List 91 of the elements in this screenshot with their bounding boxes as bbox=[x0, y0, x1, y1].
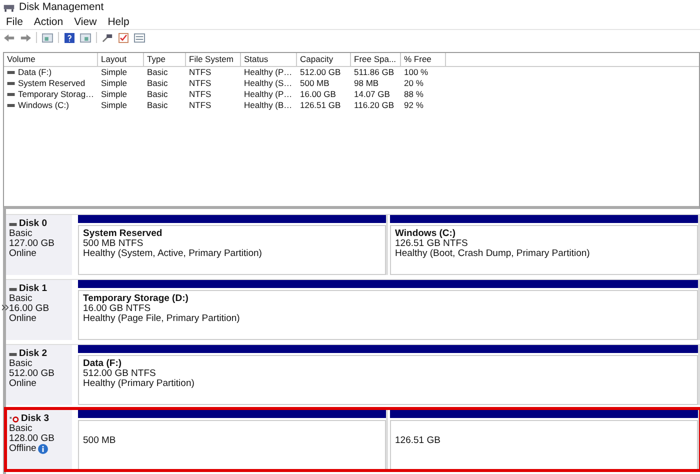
partition-size: 126.51 GB bbox=[395, 436, 442, 446]
table-cell: Basic bbox=[147, 88, 168, 100]
partition-size: 126.51 GB NTFS bbox=[395, 239, 469, 249]
disk-status: Online bbox=[9, 314, 36, 324]
disk-size: 127.00 GB bbox=[9, 239, 56, 249]
table-cell: Healthy (S… bbox=[244, 78, 292, 89]
partition-name: System Reserved bbox=[83, 229, 164, 239]
table-cell: Basic bbox=[147, 66, 168, 78]
partition-name: Data (F:) bbox=[83, 359, 123, 369]
window-title: Disk Management bbox=[19, 1, 104, 14]
window-icon[interactable] bbox=[80, 32, 91, 43]
table-cell: NTFS bbox=[189, 78, 212, 89]
column-header[interactable]: Volume bbox=[4, 52, 98, 66]
disk-name: Disk 1 bbox=[19, 284, 47, 294]
table-cell: Data (F:) bbox=[18, 66, 52, 78]
partition-name: Windows (C:) bbox=[395, 229, 457, 239]
disk-type: Basic bbox=[9, 359, 34, 369]
table-cell: 500 MB bbox=[300, 78, 330, 89]
table-cell: Healthy (P… bbox=[244, 88, 292, 100]
table-cell: 512.00 GB bbox=[300, 66, 341, 78]
partition-status: Healthy (Boot, Crash Dump, Primary Partition) bbox=[395, 249, 591, 259]
table-cell: 100 % bbox=[404, 66, 428, 78]
disk-name: Disk 0 bbox=[19, 219, 47, 229]
table-cell: NTFS bbox=[189, 88, 212, 100]
disk-status: Online bbox=[9, 249, 36, 259]
table-cell: 511.86 GB bbox=[354, 66, 394, 78]
disk-type: Basic bbox=[9, 424, 34, 434]
partition-size: 500 MB NTFS bbox=[83, 239, 144, 249]
partition[interactable]: Temporary Storage (D:) 16.00 GB NTFS Healthy (Page File, Primary Partition) bbox=[78, 280, 700, 340]
checklist-icon[interactable] bbox=[118, 32, 129, 43]
table-cell: Healthy (B… bbox=[244, 100, 292, 111]
partition[interactable]: Data (F:) 512.00 GB NTFS Healthy (Primary Partition) bbox=[78, 345, 700, 405]
table-cell: Healthy (P… bbox=[244, 66, 292, 78]
table-cell: 98 MB bbox=[354, 78, 379, 89]
column-header[interactable]: File System bbox=[186, 52, 241, 66]
disk-status: Online bbox=[9, 379, 36, 389]
table-cell: 126.51 GB bbox=[300, 100, 341, 111]
info-icon[interactable] bbox=[38, 444, 48, 454]
forward-icon[interactable] bbox=[20, 32, 31, 43]
table-cell: 92 % bbox=[404, 100, 424, 111]
plug-icon[interactable] bbox=[102, 32, 113, 43]
menu-item[interactable]: Help bbox=[108, 16, 130, 28]
partition-name: Temporary Storage (D:) bbox=[83, 294, 190, 304]
disk-size: 512.00 GB bbox=[9, 369, 56, 379]
disk-size: 16.00 GB bbox=[9, 304, 50, 314]
table-cell: Simple bbox=[101, 66, 127, 78]
table-cell: System Reserved bbox=[18, 78, 86, 89]
menu-item[interactable]: Action bbox=[34, 16, 64, 28]
partition[interactable]: Windows (C:) 126.51 GB NTFS Healthy (Boot, Crash Dump, Primary Partition) bbox=[390, 215, 700, 275]
partition-size: 512.00 GB NTFS bbox=[83, 369, 157, 379]
menu-item[interactable]: View bbox=[74, 16, 97, 28]
table-cell: Basic bbox=[147, 100, 168, 111]
help-icon[interactable] bbox=[64, 32, 75, 43]
table-cell: Simple bbox=[101, 100, 127, 111]
column-header[interactable]: Free Spa... bbox=[351, 52, 401, 66]
disk-size: 128.00 GB bbox=[9, 434, 56, 444]
column-header[interactable]: Type bbox=[144, 52, 186, 66]
table-cell: Basic bbox=[147, 78, 168, 89]
table-cell: NTFS bbox=[189, 100, 212, 111]
table-cell: 14.07 GB bbox=[354, 88, 390, 100]
column-header[interactable]: Status bbox=[241, 52, 297, 66]
window-icon[interactable] bbox=[42, 32, 53, 43]
column-header[interactable]: Capacity bbox=[297, 52, 351, 66]
partition-status: Healthy (System, Active, Primary Partition) bbox=[83, 249, 263, 259]
partition[interactable]: 126.51 GB bbox=[390, 410, 700, 470]
disk-status: Offline bbox=[9, 444, 36, 454]
disk-type: Basic bbox=[9, 294, 34, 304]
disk-name: Disk 3 bbox=[21, 414, 49, 424]
table-cell: 20 % bbox=[404, 78, 424, 89]
disk-type: Basic bbox=[9, 229, 34, 239]
table-cell: Simple bbox=[101, 88, 127, 100]
partition-status: Healthy (Primary Partition) bbox=[83, 379, 196, 389]
back-icon[interactable] bbox=[4, 32, 15, 43]
partition-size: 500 MB bbox=[83, 436, 117, 446]
disk-name: Disk 2 bbox=[19, 349, 47, 359]
table-cell: 16.00 GB bbox=[300, 88, 336, 100]
expand-icon[interactable] bbox=[2, 304, 9, 311]
table-cell: NTFS bbox=[189, 66, 212, 78]
table-cell: Windows (C:) bbox=[18, 100, 70, 111]
column-header[interactable]: Layout bbox=[98, 52, 144, 66]
partition[interactable]: 500 MB bbox=[78, 410, 388, 470]
table-cell: 116.20 GB bbox=[354, 100, 394, 111]
list-icon[interactable] bbox=[134, 32, 145, 43]
partition-size: 16.00 GB NTFS bbox=[83, 304, 152, 314]
table-cell: Simple bbox=[101, 78, 127, 89]
table-cell: Temporary Storag… bbox=[18, 88, 94, 100]
partition[interactable]: System Reserved 500 MB NTFS Healthy (System, Active, Primary Partition) bbox=[78, 215, 388, 275]
partition-status: Healthy (Page File, Primary Partition) bbox=[83, 314, 241, 324]
column-header[interactable]: % Free bbox=[401, 52, 446, 66]
menu-item[interactable]: File bbox=[6, 16, 23, 28]
table-cell: 88 % bbox=[404, 88, 424, 100]
